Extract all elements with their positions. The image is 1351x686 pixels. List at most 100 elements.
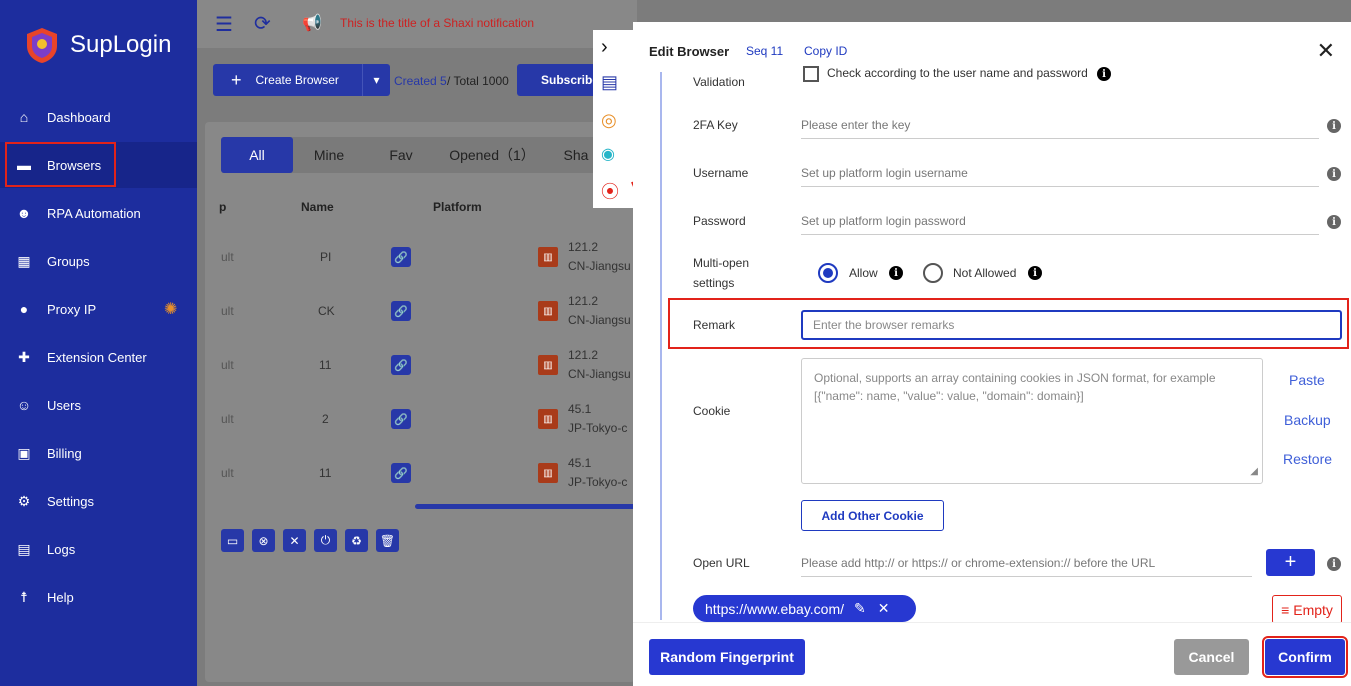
power-icon[interactable]: ⏻ (314, 529, 337, 552)
chevron-right-icon[interactable]: › (601, 36, 608, 59)
document-icon: ▤ (17, 540, 31, 557)
info-icon[interactable]: i (1327, 119, 1341, 133)
info-icon[interactable]: i (1327, 215, 1341, 229)
twofa-input[interactable]: Please enter the key (801, 111, 1319, 139)
horizontal-scrollbar[interactable] (415, 504, 635, 509)
remove-icon[interactable]: ✕ (878, 600, 890, 617)
panel-title: Edit Browser (649, 44, 730, 59)
sidebar-item-extension-center[interactable]: ✚ Extension Center (0, 334, 197, 380)
edit-browser-panel: Edit Browser Seq 11 Copy ID ✕ Validation… (633, 22, 1351, 686)
validation-check-label: Check according to the user name and pas… (827, 66, 1088, 80)
open-url-input[interactable]: Please add http:// or https:// or chrome… (801, 549, 1252, 577)
close-circle-icon[interactable]: ⊗ (252, 529, 275, 552)
random-fingerprint-button[interactable]: Random Fingerprint (649, 639, 805, 675)
shield-logo-icon (27, 28, 57, 63)
created-count: Created 5 (394, 74, 447, 88)
create-browser-button[interactable]: + Create Browser ▾ (213, 64, 390, 96)
resize-handle-icon[interactable]: ◢ (1250, 463, 1258, 481)
sidebar-item-logs[interactable]: ▤ Logs (0, 526, 197, 572)
monitor-icon[interactable]: ▤ (601, 72, 618, 93)
copy-id-link[interactable]: Copy ID (804, 44, 847, 58)
validation-checkbox[interactable] (803, 66, 819, 82)
password-label: Password (693, 214, 746, 228)
info-icon[interactable]: i (1097, 67, 1111, 81)
sidebar-item-help[interactable]: ☨ Help (0, 574, 197, 620)
recycle-icon[interactable]: ♻ (345, 529, 368, 552)
sidebar: SupLogin ⌂ Dashboard ▬ Browsers ☻ RPA Autom… (0, 0, 197, 686)
tab-fav[interactable]: Fav (365, 137, 437, 173)
refresh-icon[interactable]: ⟳ (254, 11, 271, 36)
empty-button[interactable]: ≡ Empty (1272, 595, 1342, 624)
password-input[interactable]: Set up platform login password (801, 207, 1319, 235)
sidebar-item-proxy-ip[interactable]: ● Proxy IP ✺ (0, 286, 197, 332)
not-allowed-label: Not Allowed (953, 266, 1017, 280)
proxy-type-icon: ▥ (538, 463, 558, 483)
proxy-type-icon: ▥ (538, 355, 558, 375)
paste-link[interactable]: Paste (1289, 372, 1325, 388)
close-icon[interactable]: ✕ (1317, 38, 1335, 64)
total-count: / Total 1000 (447, 74, 509, 88)
sidebar-item-groups[interactable]: ▦ Groups (0, 238, 197, 284)
tab-opened[interactable]: Opened（1） (437, 137, 547, 173)
window-icon[interactable]: ▭ (221, 529, 244, 552)
username-input[interactable]: Set up platform login username (801, 159, 1319, 187)
link-icon[interactable]: 🔗 (391, 409, 411, 429)
column-header-name: Name (301, 200, 334, 214)
column-header-platform: Platform (433, 200, 482, 214)
confirm-button[interactable]: Confirm (1262, 636, 1348, 678)
link-icon[interactable]: 🔗 (391, 301, 411, 321)
search-location-icon[interactable]: ◎ (601, 110, 617, 131)
tab-all[interactable]: All (221, 137, 293, 173)
notification-title[interactable]: This is the title of a Shaxi notificatio… (340, 16, 534, 30)
remark-label: Remark (693, 318, 736, 332)
link-icon[interactable]: 🔗 (391, 355, 411, 375)
seq-link[interactable]: Seq 11 (746, 44, 783, 58)
sidebar-item-billing[interactable]: ▣ Billing (0, 430, 197, 476)
help-icon: ☨ (20, 588, 28, 605)
tab-mine[interactable]: Mine (293, 137, 365, 173)
remark-input[interactable]: Enter the browser remarks (801, 310, 1342, 340)
side-tool-strip: › ▤ ◎ ◉ ⦿ (593, 30, 633, 208)
menu-icon[interactable]: ☰ (215, 12, 233, 37)
x-icon[interactable]: ✕ (283, 529, 306, 552)
open-url-label: Open URL (693, 556, 750, 570)
cookie-textarea[interactable]: Optional, supports an array containing c… (801, 358, 1263, 484)
sidebar-item-settings[interactable]: ⚙ Settings (0, 478, 197, 524)
fingerprint-icon[interactable]: ⦿ (601, 178, 619, 204)
app-name: SupLogin (70, 31, 172, 58)
url-chip[interactable]: https://www.ebay.com/ ✎ ✕ (693, 595, 916, 622)
info-icon[interactable]: i (1327, 557, 1341, 571)
info-icon[interactable]: i (1028, 266, 1042, 280)
home-icon: ⌂ (19, 109, 29, 125)
chevron-down-icon[interactable]: ▾ (362, 64, 390, 96)
cookie-label: Cookie (693, 404, 731, 418)
link-icon[interactable]: 🔗 (391, 463, 411, 483)
grid-icon: ▦ (17, 252, 31, 269)
info-icon[interactable]: i (1327, 167, 1341, 181)
allow-radio[interactable] (818, 263, 838, 283)
validation-label: Validation (693, 75, 745, 89)
not-allowed-radio[interactable] (923, 263, 943, 283)
cancel-button[interactable]: Cancel (1174, 639, 1249, 675)
proxy-type-icon: ▥ (538, 247, 558, 267)
multiopen-label-line2: settings (693, 276, 735, 290)
restore-link[interactable]: Restore (1283, 451, 1332, 467)
sidebar-item-dashboard[interactable]: ⌂ Dashboard (0, 94, 197, 140)
robot-icon: ☻ (16, 205, 32, 221)
edit-icon[interactable]: ✎ (854, 600, 866, 617)
panel-footer: Random Fingerprint Cancel Confirm (633, 622, 1351, 686)
sidebar-item-rpa[interactable]: ☻ RPA Automation (0, 190, 197, 236)
trash-icon[interactable]: 🗑 (376, 529, 399, 552)
multiopen-label-line1: Multi-open (693, 256, 750, 270)
tab-shared[interactable]: Sha (561, 137, 591, 173)
link-icon[interactable]: 🔗 (391, 247, 411, 267)
info-icon[interactable]: i (889, 266, 903, 280)
toggle-icon[interactable]: ◉ (601, 144, 615, 164)
plus-icon: + (1284, 551, 1297, 573)
backup-link[interactable]: Backup (1284, 412, 1331, 428)
add-other-cookie-button[interactable]: Add Other Cookie (801, 500, 944, 531)
add-url-button[interactable]: + (1266, 549, 1315, 576)
column-header-group: p (219, 200, 227, 214)
sidebar-item-users[interactable]: ☺ Users (0, 382, 197, 428)
proxy-type-icon: ▥ (538, 301, 558, 321)
